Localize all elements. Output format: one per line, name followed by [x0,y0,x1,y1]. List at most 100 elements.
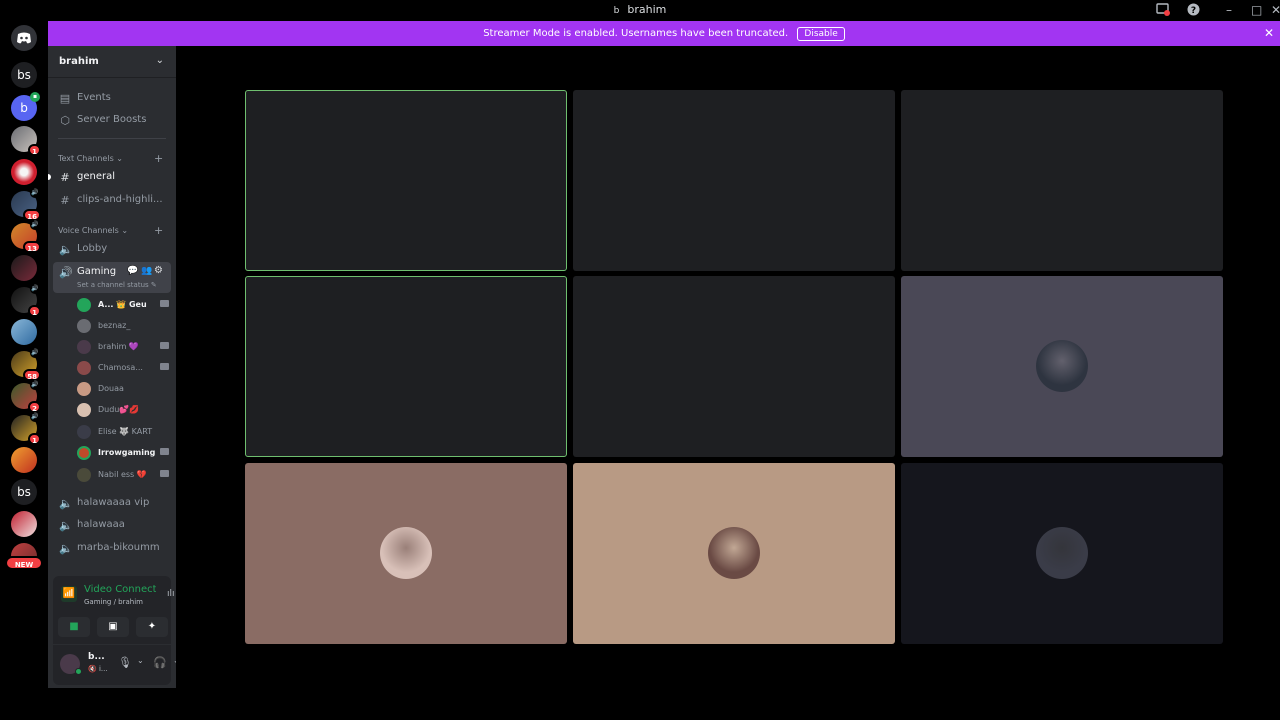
voice-location[interactable]: Gaming / brahim [84,598,143,606]
chat-icon[interactable]: 💬 [127,266,138,276]
channel-status-text: Set a channel status [77,281,149,289]
voice-status[interactable]: Video Connected [84,584,156,595]
unread-indicator [48,174,51,180]
server-boosts-item[interactable]: ⬡ Server Boosts [53,110,171,130]
chevron-down-icon[interactable]: ⌄ [137,656,144,665]
text-channels-category[interactable]: Text Channels ⌄ [58,154,123,163]
server-icon[interactable]: 🔊 1 [11,284,41,317]
server-icon[interactable] [11,447,37,473]
camera-icon [160,470,169,477]
add-text-channel-button[interactable]: + [154,152,163,165]
voice-channel-marba-bikoumm[interactable]: 🔈 marba-bikoumm [53,538,171,558]
voice-category-label: Voice Channels [58,226,119,235]
voice-member[interactable]: Douaa [77,380,169,398]
server-icon[interactable]: 🔊 16 [11,188,41,221]
camera-icon [160,448,169,455]
channel-status-prompt[interactable]: Set a channel status ✎ [77,281,157,289]
video-tile[interactable] [245,276,567,457]
member-name: beznaz_ [98,321,131,330]
new-badge[interactable]: NEW [5,556,43,570]
server-home-b[interactable]: b ▪ [11,92,40,121]
channel-sidebar: brahim ⌄ ▤ Events ⬡ Server Boosts Text C… [48,46,207,688]
server-icon[interactable] [11,255,37,281]
category-caret-icon: ⌄ [121,226,129,235]
channel-label: halawaaa [77,519,125,530]
svg-text:?: ? [1191,6,1196,16]
avatar [77,361,91,375]
maximize-button[interactable]: □ [1251,3,1262,17]
calendar-icon: ▤ [59,92,71,105]
voice-member[interactable]: brahim 💜 [77,338,169,356]
voice-channel-halawaaaa-vip[interactable]: 🔈 halawaaaa vip [53,493,171,513]
server-header[interactable]: brahim ⌄ [48,46,176,78]
video-tile[interactable] [245,90,567,271]
server-icon[interactable]: 🔊 1 [11,412,41,445]
voice-member[interactable]: Nabil ess 💔 [77,466,169,484]
streamer-mode-banner: Streamer Mode is enabled. Usernames have… [48,21,1280,46]
invite-icon[interactable]: 👥 [141,266,152,276]
voice-channels-category[interactable]: Voice Channels ⌄ [58,226,128,235]
speaker-icon: 🔊 [30,188,40,198]
close-window-button[interactable]: ✕ [1271,3,1280,17]
channel-general[interactable]: # general [53,167,171,187]
bottom-bar [0,688,1280,720]
disable-button[interactable]: Disable [797,27,845,41]
camera-icon [160,342,169,349]
server-icon[interactable]: 🔊 58 [11,348,41,381]
avatar [77,446,91,460]
server-icon[interactable]: 🔊 2 [11,380,41,413]
boost-icon: ⬡ [60,114,70,127]
discord-home-icon[interactable] [11,25,37,51]
headphones-icon[interactable]: 🎧 [153,656,167,669]
events-item[interactable]: ▤ Events [53,88,171,108]
server-icon[interactable] [11,319,37,345]
signal-icon[interactable]: 📶 [61,586,77,602]
screen-share-button[interactable]: ▣ [97,617,129,637]
member-name: brahim 💜 [98,342,139,351]
video-tile[interactable] [573,463,895,644]
add-voice-channel-button[interactable]: + [154,224,163,237]
online-status-icon [75,668,82,675]
video-tile[interactable] [901,276,1223,457]
voice-channel-halawaaa[interactable]: 🔈 halawaaa [53,515,171,535]
inbox-icon[interactable] [1156,3,1170,19]
server-icon[interactable] [11,159,37,185]
minimize-button[interactable]: – [1226,3,1232,17]
server-list: bs b ▪ 1 🔊 16 🔊 13 🔊 1 🔊 58 🔊 2 🔊 1 bs N… [0,21,48,688]
server-icon[interactable]: 1 [11,126,41,156]
participant-avatar [1036,527,1088,579]
microphone-icon[interactable]: 🎙 [118,656,132,669]
voice-member[interactable]: Elise 🐺 KART [77,423,169,441]
voice-member[interactable]: A... 👑 Geu [77,296,169,314]
voice-channel-gaming[interactable]: 🔊 Gaming 💬 👥 ⚙ Set a channel status ✎ [53,262,171,293]
channel-label: Lobby [77,243,108,254]
server-icon[interactable] [11,511,37,537]
voice-member[interactable]: beznaz_ [77,317,169,335]
banner-close-icon[interactable]: ✕ [1264,26,1274,40]
server-bs-mid[interactable]: bs [11,479,37,505]
video-tile[interactable] [901,90,1223,271]
server-bs-top[interactable]: bs [11,62,37,88]
video-tile[interactable] [573,90,895,271]
activities-button[interactable]: ✦ [136,617,168,637]
camera-button[interactable]: ■ [58,617,90,637]
channel-clips[interactable]: # clips-and-highli... [53,190,171,210]
server-icon[interactable]: 🔊 13 [11,220,41,253]
video-grid-area [176,46,1280,688]
camera-icon: ■ [69,621,79,632]
participant-avatar [708,527,760,579]
video-tile[interactable] [245,463,567,644]
voice-channel-lobby[interactable]: 🔈 Lobby [53,239,171,259]
channel-label: halawaaaa vip [77,497,150,508]
speaker-icon: 🔊 [30,220,40,230]
gear-icon[interactable]: ⚙ [154,265,163,276]
title-bar: b brahim ? – □ ✕ [0,0,1280,21]
video-tile[interactable] [573,276,895,457]
server-icon[interactable] [11,543,37,557]
help-icon[interactable]: ? [1187,3,1200,19]
noise-suppression-icon[interactable]: ılı [167,589,175,599]
voice-member[interactable]: Dudu💕💋 [77,401,169,419]
video-tile[interactable] [901,463,1223,644]
voice-member[interactable]: Irrowgaming [77,444,169,462]
voice-member[interactable]: Chamosa... [77,359,169,377]
